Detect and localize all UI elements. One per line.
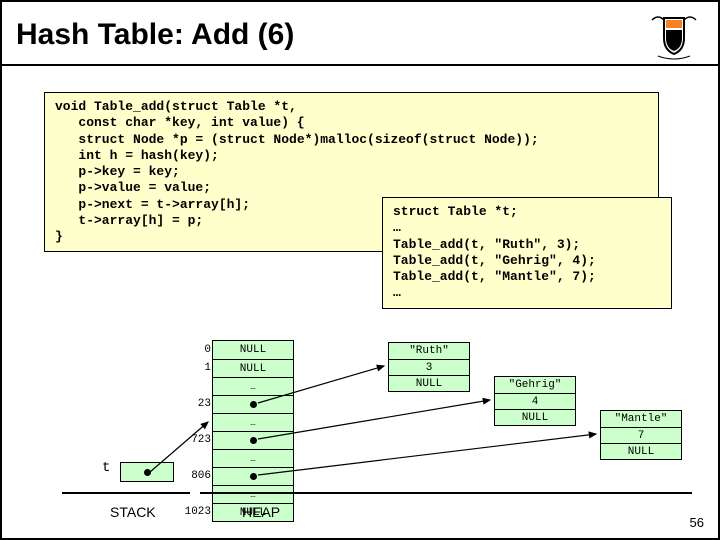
page-number: 56 (690, 515, 704, 530)
array-index: 1 (181, 362, 211, 374)
heap-label: HEAP (242, 504, 280, 520)
node-key: "Gehrig" (495, 377, 575, 393)
node-ruth: "Ruth" 3 NULL (388, 342, 470, 392)
array-cell-806 (213, 467, 293, 485)
array-index: 723 (181, 434, 211, 446)
array-index: 806 (181, 470, 211, 482)
array-cell-23 (213, 395, 293, 413)
node-next: NULL (601, 443, 681, 459)
array-cell: … (213, 377, 293, 395)
node-next: NULL (495, 409, 575, 425)
pointer-dot-icon (144, 469, 151, 476)
node-gehrig: "Gehrig" 4 NULL (494, 376, 576, 426)
pointer-dot-icon (250, 437, 257, 444)
array-index: 23 (181, 398, 211, 410)
node-key: "Ruth" (389, 343, 469, 359)
pointer-dot-icon (250, 473, 257, 480)
heap-divider (200, 492, 692, 494)
array-cell: NULL (213, 359, 293, 377)
node-value: 7 (601, 427, 681, 443)
array-cell: … (213, 485, 293, 503)
variable-t-label: t (102, 460, 110, 476)
node-next: NULL (389, 375, 469, 391)
node-value: 3 (389, 359, 469, 375)
array-index: 1023 (181, 506, 211, 518)
princeton-crest-icon (644, 10, 704, 60)
title-bar: Hash Table: Add (6) (2, 2, 718, 66)
node-key: "Mantle" (601, 411, 681, 427)
array-index: 0 (181, 344, 211, 356)
array-cell-723 (213, 431, 293, 449)
array-cell: … (213, 413, 293, 431)
slide-title: Hash Table: Add (6) (16, 18, 294, 52)
node-value: 4 (495, 393, 575, 409)
slide: Hash Table: Add (6) void Table_add(struc… (0, 0, 720, 540)
pointer-dot-icon (250, 401, 257, 408)
hash-array: 0NULL 1NULL … 23 … 723 … 806 … 1023NULL (212, 340, 294, 522)
array-cell: … (213, 449, 293, 467)
stack-variable-t (120, 462, 174, 482)
memory-diagram: t 0NULL 1NULL … 23 … 723 … 806 … 1023NUL… (2, 332, 720, 532)
code-calls-box: struct Table *t; … Table_add(t, "Ruth", … (382, 197, 672, 309)
array-cell: NULL (213, 341, 293, 359)
stack-divider (62, 492, 190, 494)
stack-label: STACK (110, 504, 156, 520)
node-mantle: "Mantle" 7 NULL (600, 410, 682, 460)
